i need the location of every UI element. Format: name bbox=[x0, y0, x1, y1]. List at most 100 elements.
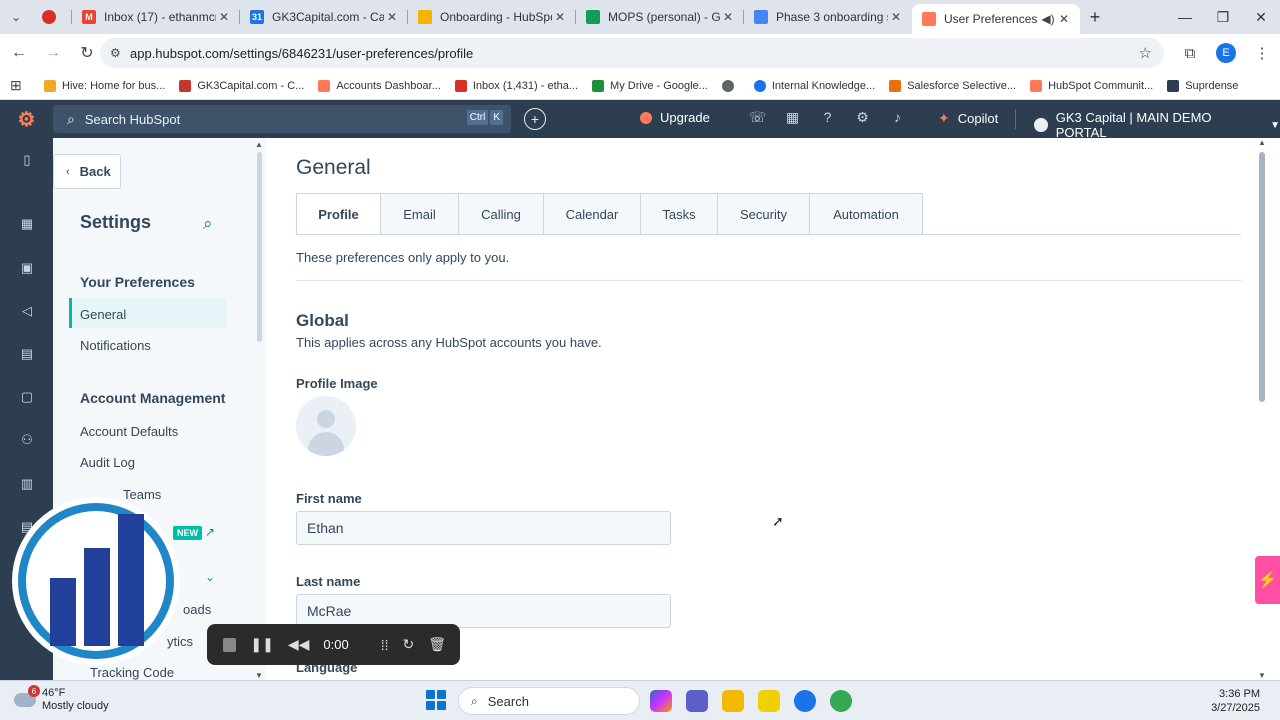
browser-tab-user-preferences[interactable]: User Preferences | Hu ◀) ✕ bbox=[912, 4, 1080, 34]
close-tab-icon[interactable]: ✕ bbox=[888, 9, 904, 25]
external-link-icon[interactable]: ↗ bbox=[205, 525, 215, 539]
marketplace-icon[interactable]: ▦ bbox=[775, 109, 810, 126]
grid-dots-icon[interactable]: ⁞⁞ bbox=[381, 637, 389, 653]
tab-tasks[interactable]: Tasks bbox=[641, 194, 718, 235]
tab-search-chevron-icon[interactable]: ⌄ bbox=[0, 0, 32, 34]
speaker-icon[interactable]: ◀) bbox=[1040, 11, 1056, 27]
tab-profile[interactable]: Profile bbox=[297, 194, 381, 235]
stop-icon[interactable] bbox=[223, 637, 237, 652]
close-window-icon[interactable]: ✕ bbox=[1242, 0, 1280, 34]
bookmark-inbox[interactable]: Inbox (1,431) - etha... bbox=[454, 79, 578, 92]
first-name-field[interactable] bbox=[296, 511, 671, 545]
teams-icon[interactable] bbox=[686, 690, 708, 712]
bookmark-globe[interactable] bbox=[721, 79, 740, 92]
reload-icon[interactable]: ↻ bbox=[72, 38, 102, 68]
sidebar-scrollbar[interactable]: ▲ ▼ bbox=[255, 140, 264, 680]
tab-security[interactable]: Security bbox=[718, 194, 810, 235]
restore-icon[interactable]: ❐ bbox=[1204, 0, 1242, 34]
settings-search-icon[interactable]: ⌕ bbox=[203, 214, 213, 234]
close-tab-icon[interactable]: ✕ bbox=[552, 9, 568, 25]
chrome-profile-icon[interactable] bbox=[830, 690, 852, 712]
browser-tab-record[interactable] bbox=[32, 0, 72, 34]
bookmark-internal-knowledge[interactable]: Internal Knowledge... bbox=[753, 79, 875, 92]
close-tab-icon[interactable]: ✕ bbox=[216, 9, 232, 25]
sidebar-item-downloads[interactable]: oads bbox=[183, 602, 211, 617]
last-name-field[interactable] bbox=[296, 594, 671, 628]
bookmark-suprdense[interactable]: Suprdense bbox=[1167, 79, 1238, 92]
commerce-icon[interactable]: ▢ bbox=[18, 389, 36, 407]
copilot-button[interactable]: ✦ Copilot bbox=[938, 110, 998, 127]
extensions-icon[interactable]: ⧉ bbox=[1172, 38, 1208, 68]
back-arrow-icon[interactable]: ← bbox=[4, 38, 34, 68]
sidebar-item-account-defaults[interactable]: Account Defaults bbox=[80, 424, 178, 439]
tab-calendar[interactable]: Calendar bbox=[544, 194, 641, 235]
sidebar-item-notifications[interactable]: Notifications bbox=[80, 338, 151, 353]
minimize-icon[interactable]: — bbox=[1166, 0, 1204, 34]
bookmark-my-drive[interactable]: My Drive - Google... bbox=[592, 79, 708, 92]
chevron-down-icon[interactable]: ⌄ bbox=[205, 570, 215, 584]
settings-gear-icon[interactable]: ⚙ bbox=[845, 109, 880, 126]
close-tab-icon[interactable]: ✕ bbox=[1056, 11, 1072, 27]
chrome-icon[interactable] bbox=[794, 690, 816, 712]
browser-tab-onboarding[interactable]: Onboarding - HubSpot M ✕ bbox=[408, 0, 576, 34]
windows-start-icon[interactable] bbox=[426, 690, 446, 710]
tab-automation[interactable]: Automation bbox=[810, 194, 922, 235]
system-clock[interactable]: 3:36 PM 3/27/2025 bbox=[1211, 687, 1260, 715]
pause-icon[interactable]: ❚❚ bbox=[250, 636, 273, 653]
marketing-icon[interactable]: ◁ bbox=[18, 303, 36, 321]
copilot-app-icon[interactable] bbox=[650, 690, 672, 712]
tab-email[interactable]: Email bbox=[381, 194, 459, 235]
taskbar-search[interactable]: ⌕ Search bbox=[458, 687, 640, 715]
restart-icon[interactable]: ↻ bbox=[402, 636, 414, 653]
close-tab-icon[interactable]: ✕ bbox=[720, 9, 736, 25]
help-icon[interactable]: ? bbox=[810, 109, 845, 126]
apps-grid-icon[interactable]: ⊞ bbox=[10, 77, 32, 94]
upgrade-button[interactable]: Upgrade bbox=[640, 110, 710, 125]
profile-avatar[interactable]: E bbox=[1216, 43, 1236, 63]
automation-icon[interactable]: ⚇ bbox=[18, 432, 36, 450]
weather-widget[interactable]: 6 46°F Mostly cloudy bbox=[14, 685, 109, 713]
browser-tab-phase3[interactable]: Phase 3 onboarding step ✕ bbox=[744, 0, 912, 34]
content-icon[interactable]: ▤ bbox=[18, 346, 36, 364]
browser-tab-gmail[interactable]: M Inbox (17) - ethanmcrae@ ✕ bbox=[72, 0, 240, 34]
sidebar-item-tracking-code[interactable]: Tracking Code bbox=[90, 665, 174, 680]
new-tab-button[interactable]: + bbox=[1080, 0, 1110, 34]
back-button[interactable]: ‹ Back bbox=[53, 154, 121, 189]
phone-icon[interactable]: ☏ bbox=[740, 109, 775, 126]
workspaces-icon[interactable]: ▦ bbox=[18, 216, 36, 234]
drive-icon bbox=[586, 10, 600, 24]
bookmark-hubspot-community[interactable]: HubSpot Communit... bbox=[1030, 79, 1153, 92]
site-info-icon[interactable]: ⚙ bbox=[110, 46, 121, 60]
browser-tab-calendar[interactable]: 31 GK3Capital.com - Calend ✕ bbox=[240, 0, 408, 34]
url-input[interactable]: ⚙ app.hubspot.com/settings/6846231/user-… bbox=[100, 38, 1164, 68]
file-explorer-icon[interactable] bbox=[722, 690, 744, 712]
mouse-cursor-icon: ➚ bbox=[772, 513, 784, 529]
sticky-notes-icon[interactable] bbox=[758, 690, 780, 712]
bookmark-icon[interactable]: ▯ bbox=[18, 152, 36, 170]
account-menu[interactable]: GK3 Capital | MAIN DEMO PORTAL ▼ bbox=[1034, 110, 1280, 140]
contacts-icon[interactable]: ▣ bbox=[18, 260, 36, 278]
hubspot-search-input[interactable]: ⌕ Search HubSpot Ctrl K bbox=[53, 105, 511, 133]
forward-arrow-icon[interactable]: → bbox=[38, 38, 68, 68]
rewind-icon[interactable]: ◀◀ bbox=[288, 636, 310, 653]
last-name-label: Last name bbox=[296, 574, 361, 589]
bookmark-gk3capital[interactable]: GK3Capital.com - C... bbox=[179, 79, 304, 92]
browser-tab-mops[interactable]: MOPS (personal) - Googl ✕ bbox=[576, 0, 744, 34]
bookmark-salesforce[interactable]: Salesforce Selective... bbox=[889, 79, 1016, 92]
more-menu-icon[interactable]: ⋮ bbox=[1244, 38, 1280, 68]
create-plus-button[interactable]: + bbox=[524, 108, 546, 130]
notifications-bell-icon[interactable]: ♪ bbox=[880, 109, 915, 126]
profile-image-avatar[interactable] bbox=[296, 396, 356, 456]
bookmark-hive[interactable]: Hive: Home for bus... bbox=[44, 79, 165, 92]
sidebar-item-general[interactable]: General bbox=[80, 307, 126, 322]
trash-icon[interactable]: 🗑 bbox=[428, 636, 446, 653]
tab-calling[interactable]: Calling bbox=[459, 194, 544, 235]
first-name-label: First name bbox=[296, 491, 362, 506]
bookmark-accounts-dashboard[interactable]: Accounts Dashboar... bbox=[318, 79, 441, 92]
reporting-icon[interactable]: ▥ bbox=[18, 476, 36, 494]
sidebar-item-audit-log[interactable]: Audit Log bbox=[80, 455, 135, 470]
bookmark-star-icon[interactable]: ☆ bbox=[1139, 44, 1152, 62]
hubspot-logo-icon[interactable]: ⚙ bbox=[0, 100, 53, 138]
close-tab-icon[interactable]: ✕ bbox=[384, 9, 400, 25]
lightning-bolt-icon[interactable]: ⚡ bbox=[1255, 556, 1280, 604]
